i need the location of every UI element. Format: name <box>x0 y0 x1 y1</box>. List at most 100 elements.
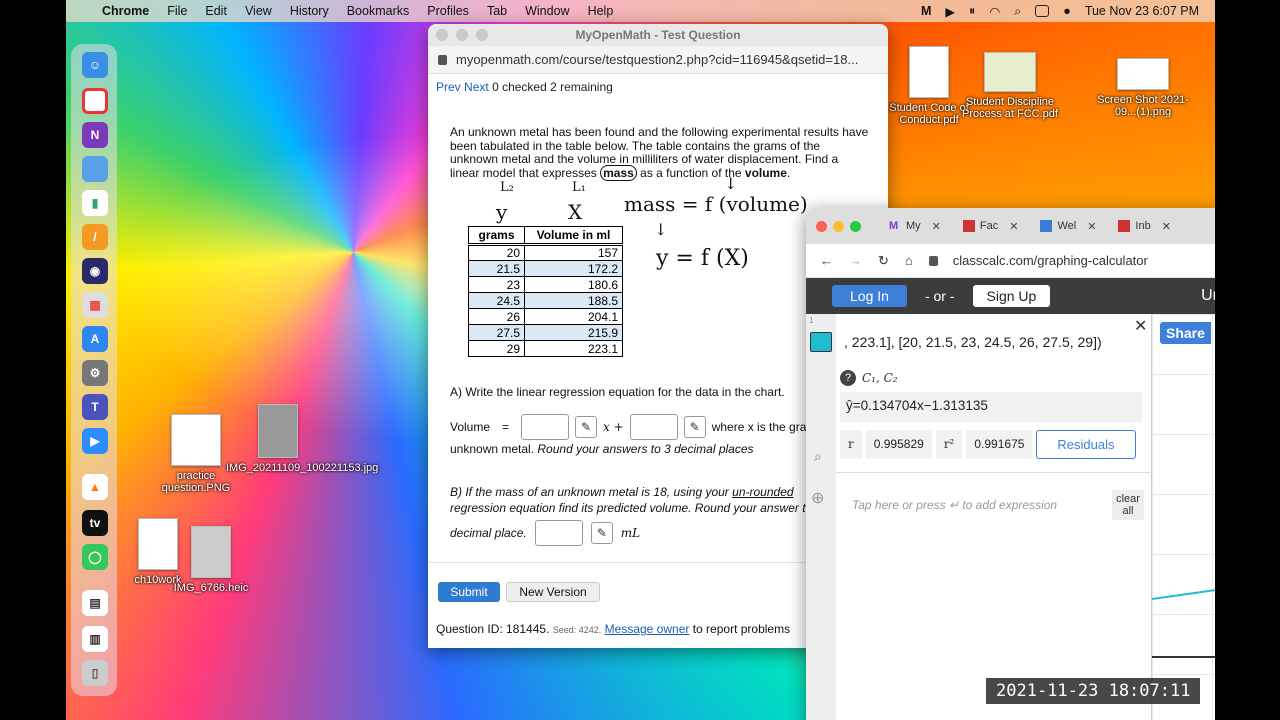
teams-icon[interactable]: T <box>82 394 108 420</box>
file-thumbnail <box>984 52 1036 92</box>
search-icon[interactable]: ⌕ <box>1014 4 1021 19</box>
menu-bookmarks[interactable]: Bookmarks <box>347 4 410 18</box>
minimize-window-button[interactable] <box>833 220 844 232</box>
zoom-icon[interactable]: ▶ <box>82 428 108 454</box>
help-icon[interactable]: ? <box>840 370 856 386</box>
regression-equation: ŷ=0.134704x−1.313135 <box>840 392 1142 422</box>
favicon-icon: M <box>889 220 899 232</box>
trash-icon[interactable]: ▯ <box>82 660 108 686</box>
slope-input[interactable] <box>521 414 570 440</box>
close-expression-icon[interactable]: ✕ <box>1134 316 1147 336</box>
submit-button[interactable]: Submit <box>438 582 500 602</box>
close-tab-icon[interactable]: ✕ <box>1162 220 1171 233</box>
address-field[interactable]: classcalc.com/graphing-calculator <box>928 253 1148 268</box>
expression-text[interactable]: , 223.1], [20, 21.5, 23, 24.5, 26, 27.5,… <box>844 334 1102 350</box>
prev-link[interactable]: Prev <box>436 80 461 94</box>
menu-edit[interactable]: Edit <box>205 4 227 18</box>
desktop-file-code-conduct[interactable]: Student Code of Conduct.pdf <box>884 46 974 126</box>
control-center-icon[interactable] <box>1035 5 1050 17</box>
tab-myopenmath[interactable]: M My ✕ <box>881 220 949 233</box>
menu-app[interactable]: Chrome <box>102 4 149 18</box>
reload-icon[interactable]: ↻ <box>878 253 889 269</box>
menu-view[interactable]: View <box>245 4 272 18</box>
menu-window[interactable]: Window <box>525 4 569 18</box>
graph-canvas[interactable]: Share <box>1151 314 1215 720</box>
math-editor-icon[interactable]: ✎ <box>575 416 598 438</box>
clear-all-button[interactable]: clear all <box>1112 490 1144 520</box>
tab-fac[interactable]: Fac ✕ <box>955 220 1027 233</box>
table-row: 27.5 215.9 <box>468 324 623 341</box>
siri-icon[interactable]: ● <box>1063 4 1071 18</box>
close-tab-icon[interactable]: ✕ <box>1009 220 1018 233</box>
chrome-icon[interactable] <box>82 88 108 114</box>
math-editor-icon[interactable]: ✎ <box>683 416 706 438</box>
note-text: unknown metal. <box>450 442 535 456</box>
finder-icon[interactable]: ☺ <box>82 52 108 78</box>
home-icon[interactable]: ⌂ <box>905 253 913 268</box>
close-window-button[interactable] <box>816 220 827 232</box>
play-icon[interactable]: ▶ <box>945 4 955 19</box>
signup-button[interactable]: Sign Up <box>972 285 1051 307</box>
new-version-button[interactable]: New Version <box>506 582 600 602</box>
tv-icon[interactable]: tv <box>82 510 108 536</box>
desktop-file-screenshot[interactable]: Screen Shot 2021-09...(1).png <box>1088 58 1198 118</box>
table-cell: 27.5 <box>468 324 525 341</box>
next-link[interactable]: Next <box>464 80 489 94</box>
url-text[interactable]: myopenmath.com/course/testquestion2.php?… <box>456 52 858 67</box>
menu-file[interactable]: File <box>167 4 187 18</box>
onenote-icon[interactable]: N <box>82 122 108 148</box>
intercept-input[interactable] <box>629 414 678 440</box>
desktop-file-discipline[interactable]: Student Discipline Process at FCC.pdf <box>962 52 1058 120</box>
table-cell: 29 <box>468 340 525 357</box>
message-owner-link[interactable]: Message owner <box>605 622 690 636</box>
residuals-button[interactable]: Residuals <box>1036 430 1136 459</box>
numbers-icon[interactable]: ▮ <box>82 190 108 216</box>
messages-icon[interactable]: ◯ <box>82 544 108 570</box>
clock[interactable]: Tue Nov 23 6:07 PM <box>1085 4 1199 18</box>
share-button[interactable]: Share <box>1160 322 1211 344</box>
close-tab-icon[interactable]: ✕ <box>932 220 941 233</box>
tab-wel[interactable]: Wel ✕ <box>1032 220 1104 233</box>
app-store-icon[interactable]: A <box>82 326 108 352</box>
vlc-icon[interactable]: ▲ <box>82 474 108 500</box>
status-app-icon[interactable]: M <box>921 4 931 18</box>
siri-dock-icon[interactable]: ◉ <box>82 258 108 284</box>
menu-tab[interactable]: Tab <box>487 4 507 18</box>
pause-icon[interactable]: ⏸ <box>969 4 975 19</box>
file-label: Student Discipline Process at FCC.pdf <box>962 96 1058 120</box>
add-expression-icon[interactable]: ⊕ <box>811 488 824 508</box>
equals-sign: = <box>502 420 510 434</box>
menu-history[interactable]: History <box>290 4 329 18</box>
settings-icon[interactable]: ⚙ <box>82 360 108 386</box>
pages-icon[interactable]: / <box>82 224 108 250</box>
tab-inb[interactable]: Inb ✕ <box>1110 220 1179 233</box>
classcalc-window: M My ✕ Fac ✕ Wel ✕ Inb ✕ ← → ↻ ⌂ classcalc.co… <box>806 208 1215 720</box>
desktop-file-heic[interactable]: IMG_6766.heic <box>166 526 256 594</box>
or-text: - or - <box>924 288 955 304</box>
new-expression-placeholder[interactable]: Tap here or press ↵ to add expression <box>852 498 1057 512</box>
menu-help[interactable]: Help <box>588 4 614 18</box>
wifi-icon[interactable]: ◠ <box>989 4 1000 19</box>
regression-line <box>1151 586 1215 600</box>
url-text[interactable]: classcalc.com/graphing-calculator <box>953 253 1148 268</box>
question-id: Question ID: 181445. <box>436 622 550 636</box>
document-icon[interactable]: ▤ <box>82 590 108 616</box>
back-icon[interactable]: ← <box>820 253 833 268</box>
part-b-underline: un-rounded <box>732 485 794 499</box>
image-icon[interactable]: ▥ <box>82 626 108 652</box>
close-tab-icon[interactable]: ✕ <box>1087 220 1096 233</box>
launchpad-icon[interactable]: ▦ <box>82 292 108 318</box>
menu-profiles[interactable]: Profiles <box>427 4 469 18</box>
login-button[interactable]: Log In <box>832 285 907 307</box>
part-b-input[interactable] <box>534 520 583 546</box>
forward-icon[interactable]: → <box>849 253 862 268</box>
search-icon[interactable]: ⌕ <box>814 448 822 465</box>
preview-icon[interactable] <box>82 156 108 182</box>
table-cell: 21.5 <box>468 260 525 277</box>
desktop-file-img-jpg[interactable]: IMG_20211109_100221153.jpg <box>226 404 378 474</box>
math-editor-icon[interactable]: ✎ <box>590 522 613 544</box>
fit-parameters: C₁, C₂ <box>862 371 898 385</box>
zoom-window-button[interactable] <box>850 220 861 232</box>
color-swatch[interactable] <box>810 332 832 352</box>
address-bar[interactable]: myopenmath.com/course/testquestion2.php?… <box>428 46 888 74</box>
